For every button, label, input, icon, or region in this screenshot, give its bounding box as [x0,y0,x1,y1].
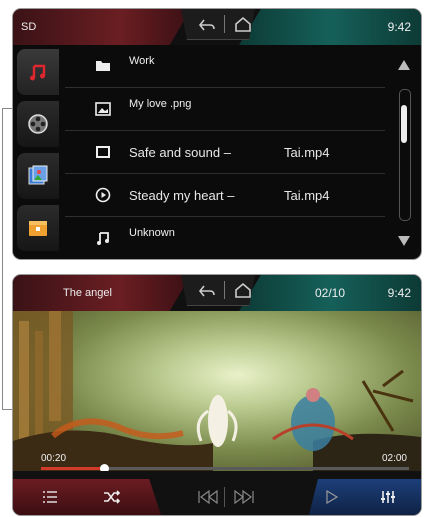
home-icon[interactable] [233,280,253,300]
equalizer-icon [381,491,395,503]
category-sidebar [13,45,61,259]
file-name: Safe and sound – [129,145,231,160]
progress-fill [41,467,104,470]
scrollbar[interactable] [390,45,420,259]
header-bar: SD 9:42 [13,9,421,45]
previous-button[interactable] [197,487,219,507]
controls-separator [224,487,225,507]
category-pictures[interactable] [17,153,59,199]
progress-knob[interactable] [99,464,109,471]
play-circle-icon [95,187,111,203]
list-item[interactable]: My love .png [65,88,385,131]
header-bar: The angel 02/10 9:42 [13,275,421,311]
clock: 9:42 [387,20,411,34]
playback-controls [13,471,421,515]
video-file-icon [96,146,110,158]
controls-left-panel [13,479,161,515]
file-name: Unknown [129,227,175,239]
list-item[interactable]: Safe and sound – Tai.mp4 [65,131,385,174]
back-icon[interactable] [197,15,217,35]
next-button[interactable] [233,487,255,507]
home-icon[interactable] [233,14,253,34]
track-counter: 02/10 [314,286,345,300]
file-extension: Tai.mp4 [284,145,330,160]
video-frame[interactable]: 00:20 02:00 [13,311,421,471]
video-player-screen: The angel 02/10 9:42 00:20 02:00 [12,274,422,516]
file-name: My love .png [129,98,192,110]
music-icon [30,64,46,81]
total-time: 02:00 [381,453,407,464]
source-label: SD [21,21,37,33]
file-name: Steady my heart – [129,188,235,203]
playlist-button[interactable] [39,487,61,507]
film-reel-icon [28,114,48,134]
video-title: The angel [63,287,112,299]
header-left-panel [13,9,191,45]
header-separator [224,281,225,299]
shuffle-icon [104,490,121,504]
folder-icon [96,61,110,71]
list-item[interactable]: Steady my heart – Tai.mp4 [65,174,385,217]
category-music[interactable] [17,49,59,95]
scroll-up-icon[interactable] [397,59,411,71]
play-icon [326,490,339,504]
previous-icon [198,490,218,504]
category-video[interactable] [17,101,59,147]
file-list: Work My love .png Safe and sound – Tai.m… [65,45,385,259]
media-browser-screen: SD 9:42 Work My love .png Safe and sound… [12,8,422,260]
header-separator [224,15,225,33]
file-extension: Tai.mp4 [284,188,330,203]
list-item[interactable]: Unknown [65,217,385,259]
play-button[interactable] [321,487,343,507]
image-file-icon [95,102,111,116]
list-icon [43,491,57,503]
file-name: Work [129,55,155,67]
scroll-thumb[interactable] [401,105,407,143]
video-scene [13,311,421,471]
back-icon[interactable] [197,281,217,301]
music-note-icon [97,232,109,245]
equalizer-button[interactable] [377,487,399,507]
progress-bar[interactable] [41,464,409,471]
next-icon [234,490,254,504]
list-item[interactable]: Work [65,45,385,88]
scroll-down-icon[interactable] [397,235,411,247]
shuffle-button[interactable] [101,487,123,507]
category-folders[interactable] [17,205,59,251]
folder-icon [29,221,47,236]
clock: 9:42 [387,286,411,300]
picture-icon [28,165,48,185]
elapsed-time: 00:20 [41,453,67,464]
